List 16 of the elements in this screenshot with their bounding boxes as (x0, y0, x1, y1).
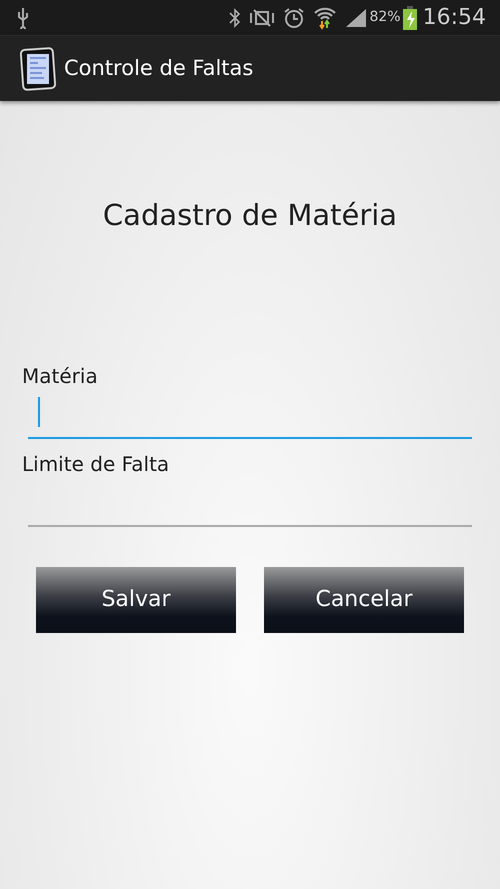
usb-icon (16, 6, 30, 28)
screen-heading: Cadastro de Matéria (102, 197, 398, 234)
bluetooth-icon (229, 8, 242, 28)
signal-icon (345, 8, 368, 28)
battery-charging-icon (402, 6, 417, 30)
wifi-icon (313, 6, 338, 30)
battery-percent: 82% (369, 8, 401, 27)
app-title: Controle de Faltas (64, 54, 254, 82)
clock-time: 16:54 (422, 4, 486, 32)
field-label: Limite de Falta (22, 450, 170, 478)
action-button[interactable]: Salvar (36, 566, 236, 632)
alarm-icon (283, 6, 306, 28)
app-icon (20, 46, 56, 90)
field-label: Matéria (22, 362, 99, 390)
vibrate-muted-icon (249, 8, 276, 28)
action-button[interactable]: Cancelar (264, 566, 464, 632)
